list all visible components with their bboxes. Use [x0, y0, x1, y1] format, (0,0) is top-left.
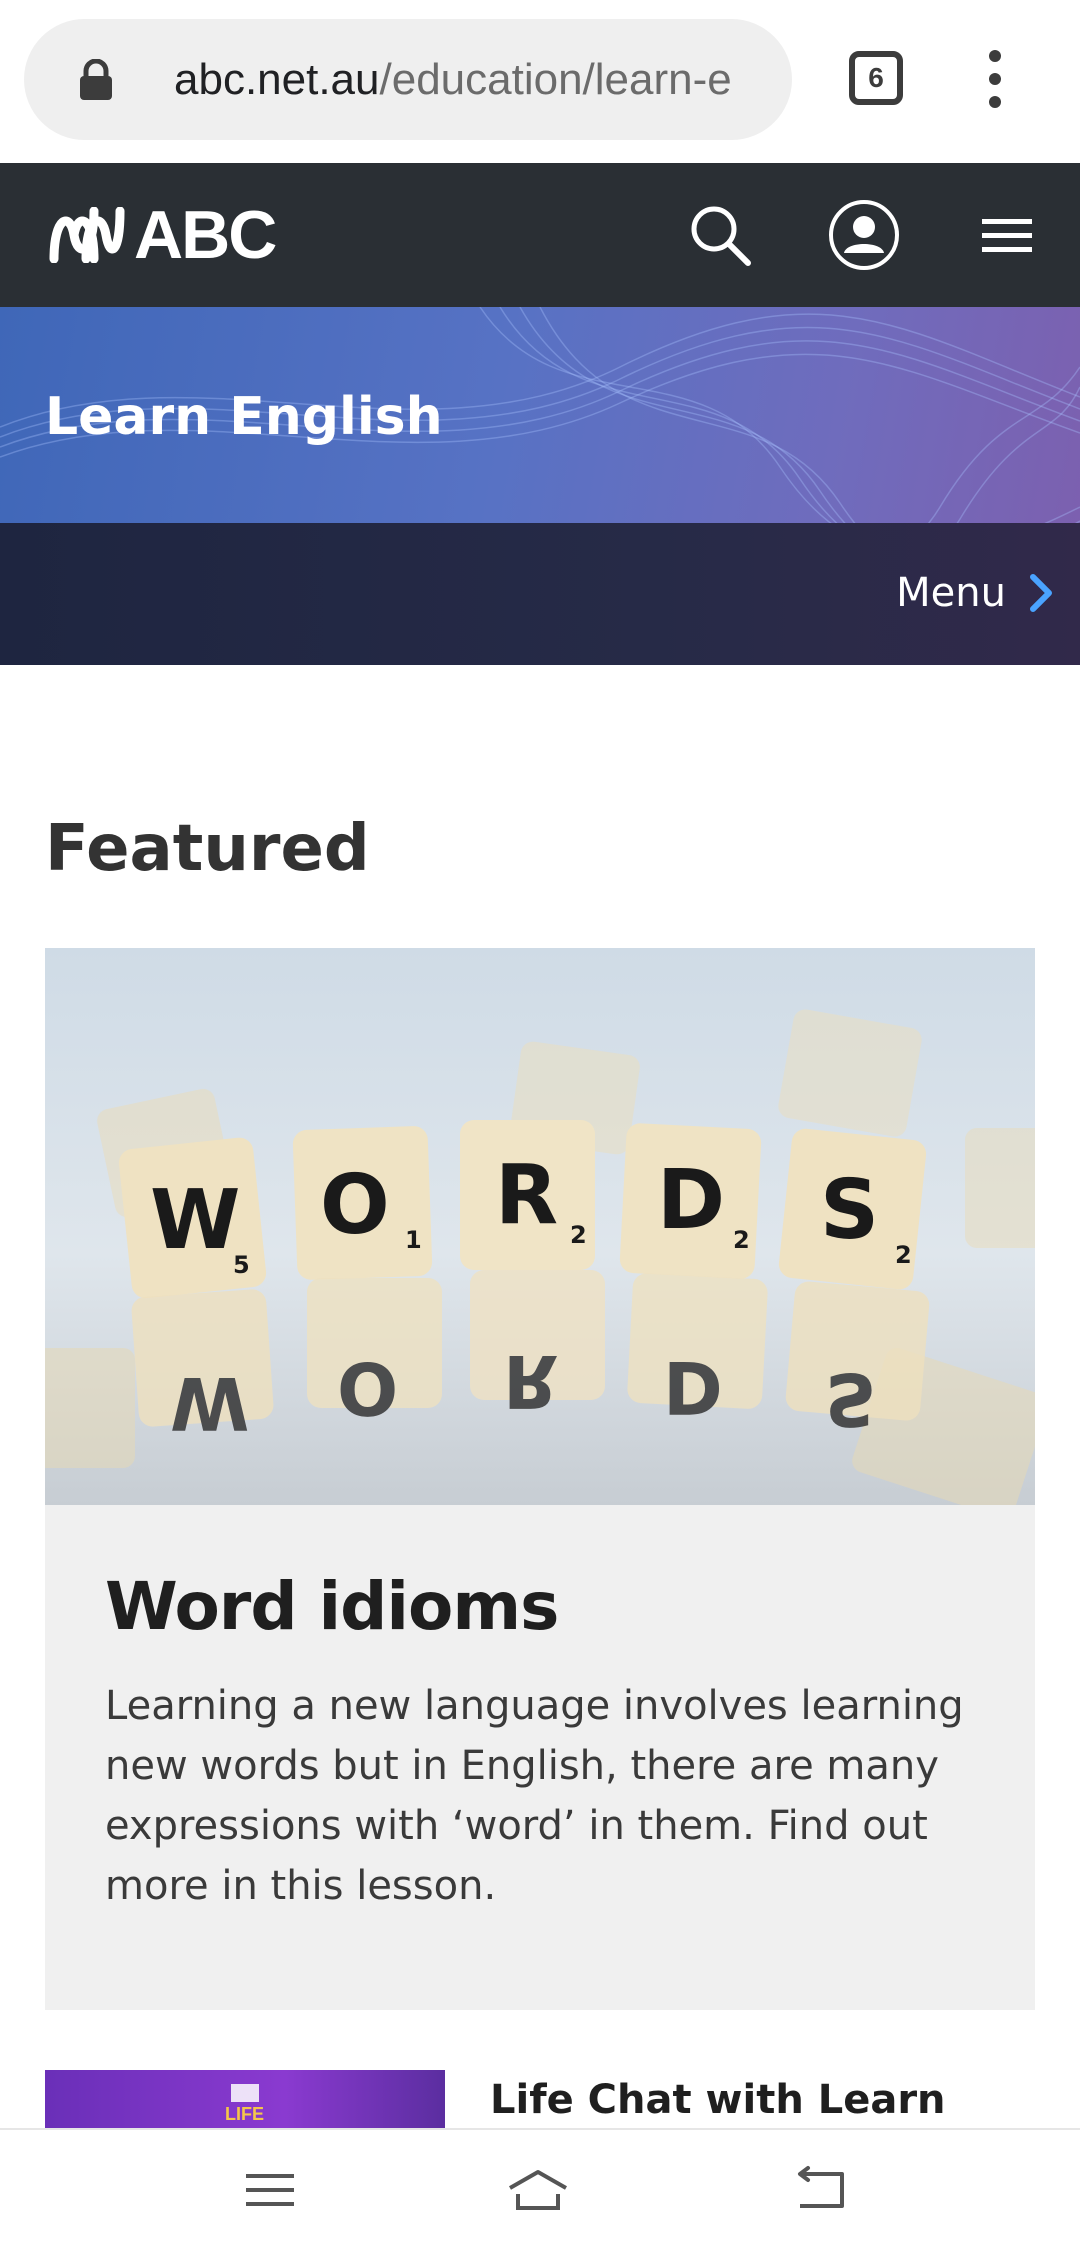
abc-wordmark: ABC: [134, 197, 277, 273]
svg-text:1: 1: [405, 1226, 422, 1254]
banner-subnav: Menu: [0, 523, 1080, 665]
section-menu-label: Menu: [896, 570, 1006, 616]
url-path: /education/learn-e: [379, 55, 732, 104]
system-navigation-bar: [0, 2128, 1080, 2248]
svg-text:W: W: [150, 1173, 240, 1268]
hamburger-menu-icon[interactable]: [972, 199, 1044, 271]
svg-text:S: S: [825, 1357, 877, 1441]
featured-card[interactable]: W O R D S 5 1 2 2 2 W O R D S Word idiom…: [45, 948, 1035, 2010]
svg-text:D: D: [663, 1345, 723, 1429]
svg-text:O: O: [320, 1158, 390, 1253]
svg-text:5: 5: [233, 1251, 250, 1279]
home-icon[interactable]: [506, 2160, 570, 2220]
svg-text:2: 2: [570, 1221, 587, 1249]
chevron-right-icon: [1030, 574, 1052, 612]
svg-text:2: 2: [895, 1241, 912, 1269]
url-host: abc.net.au: [174, 55, 380, 104]
tab-count: 6: [868, 62, 884, 93]
learn-english-banner: Learn English Menu: [0, 307, 1080, 665]
site-header: ABC: [0, 163, 1080, 307]
account-icon[interactable]: [828, 199, 900, 271]
learn-english-badge: [231, 2084, 259, 2102]
svg-text:S: S: [820, 1163, 879, 1258]
page-title: Learn English: [45, 387, 443, 447]
scrabble-tiles-image: W O R D S 5 1 2 2 2 W O R D S: [45, 1009, 1035, 1505]
svg-text:R: R: [503, 1339, 558, 1423]
featured-card-description: Learning a new language involves learnin…: [105, 1683, 964, 1909]
thumb-life-text: LIFE: [225, 2104, 264, 2124]
tab-switcher-button[interactable]: 6: [849, 51, 903, 105]
lock-icon: [80, 59, 112, 100]
browser-toolbar: abc.net.au/education/learn-e 6: [0, 0, 1080, 163]
featured-heading: Featured: [45, 812, 370, 886]
next-item-thumbnail[interactable]: LIFE: [45, 2070, 445, 2130]
svg-text:O: O: [337, 1346, 398, 1430]
abc-lissajous-icon: [49, 207, 125, 263]
recent-apps-icon[interactable]: [238, 2160, 302, 2220]
browser-menu-icon[interactable]: [980, 50, 1010, 110]
svg-text:W: W: [170, 1361, 249, 1445]
back-icon[interactable]: [790, 2160, 854, 2220]
next-item-title[interactable]: Life Chat with Learn: [490, 2070, 946, 2130]
address-bar[interactable]: abc.net.au/education/learn-e: [24, 19, 792, 140]
url-text: abc.net.au/education/learn-e: [174, 19, 784, 140]
svg-text:2: 2: [733, 1226, 750, 1254]
search-icon[interactable]: [684, 199, 756, 271]
abc-logo[interactable]: ABC: [48, 197, 277, 273]
featured-card-image: W O R D S 5 1 2 2 2 W O R D S: [45, 948, 1035, 1505]
svg-text:R: R: [495, 1148, 558, 1243]
section-menu-button[interactable]: Menu: [896, 561, 1054, 625]
featured-card-title[interactable]: Word idioms: [105, 1568, 559, 1645]
svg-text:D: D: [657, 1153, 725, 1248]
